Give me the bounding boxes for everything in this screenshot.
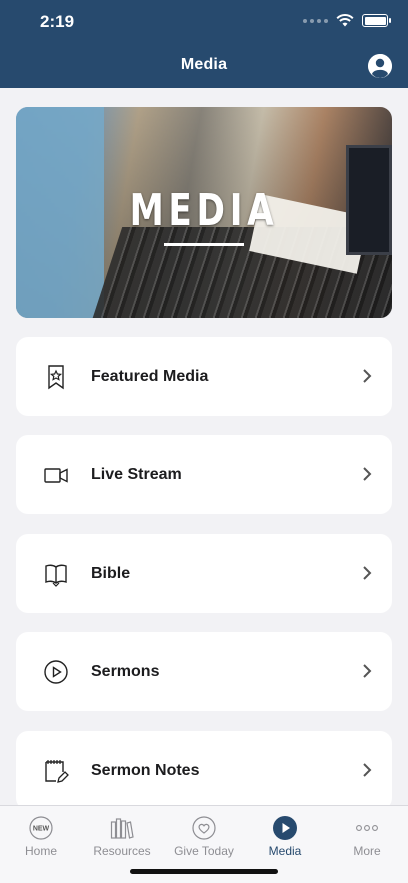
ellipsis-icon bbox=[356, 825, 378, 831]
menu-label: Sermon Notes bbox=[91, 761, 200, 779]
bookmark-star-icon bbox=[48, 365, 64, 390]
chevron-right-icon bbox=[363, 664, 372, 678]
home-indicator bbox=[130, 869, 278, 874]
tab-resources[interactable]: Resources bbox=[81, 812, 163, 862]
profile-icon[interactable] bbox=[368, 54, 392, 78]
tab-more[interactable]: More bbox=[326, 812, 408, 862]
tab-label: Resources bbox=[93, 844, 151, 858]
tab-label: More bbox=[353, 844, 381, 858]
play-filled-icon bbox=[273, 816, 297, 840]
menu-item-sermons[interactable]: Sermons bbox=[16, 632, 392, 711]
heart-circle-icon bbox=[192, 816, 216, 840]
menu-item-bible[interactable]: Bible bbox=[16, 534, 392, 613]
menu-label: Live Stream bbox=[91, 465, 182, 483]
notepad-pencil-icon bbox=[45, 760, 69, 783]
new-badge-icon: NEW bbox=[29, 816, 53, 840]
chevron-right-icon bbox=[363, 763, 372, 777]
top-bar: 2:19 Media bbox=[0, 0, 408, 88]
menu-label: Featured Media bbox=[91, 367, 209, 385]
status-icons bbox=[303, 14, 391, 27]
media-hero-banner: MEDIA bbox=[16, 107, 392, 318]
menu-item-sermon-notes[interactable]: Sermon Notes bbox=[16, 731, 392, 810]
tab-give-today[interactable]: Give Today bbox=[163, 812, 245, 862]
status-time: 2:19 bbox=[40, 12, 75, 31]
wifi-icon bbox=[336, 14, 354, 27]
menu-label: Bible bbox=[91, 564, 131, 582]
video-camera-icon bbox=[44, 468, 68, 483]
tab-label: Home bbox=[24, 844, 57, 858]
chevron-right-icon bbox=[363, 369, 372, 383]
signal-icon bbox=[303, 18, 328, 23]
hero-title: MEDIA bbox=[129, 185, 279, 236]
menu-item-featured-media[interactable]: Featured Media bbox=[16, 337, 392, 416]
chevron-right-icon bbox=[363, 566, 372, 580]
menu-label: Sermons bbox=[91, 662, 160, 680]
tab-media[interactable]: Media bbox=[244, 812, 326, 862]
hero-underline bbox=[164, 243, 244, 246]
page-title: Media bbox=[180, 56, 228, 73]
play-circle-icon bbox=[44, 660, 68, 684]
books-icon bbox=[110, 818, 134, 839]
menu-item-live-stream[interactable]: Live Stream bbox=[16, 435, 392, 514]
tab-label: Give Today bbox=[174, 844, 234, 858]
chevron-right-icon bbox=[363, 467, 372, 481]
open-book-icon bbox=[45, 564, 67, 587]
tab-home[interactable]: NEW Home bbox=[0, 812, 82, 862]
battery-icon bbox=[362, 14, 391, 27]
svg-text:NEW: NEW bbox=[33, 826, 50, 833]
tab-label: Media bbox=[268, 844, 302, 858]
